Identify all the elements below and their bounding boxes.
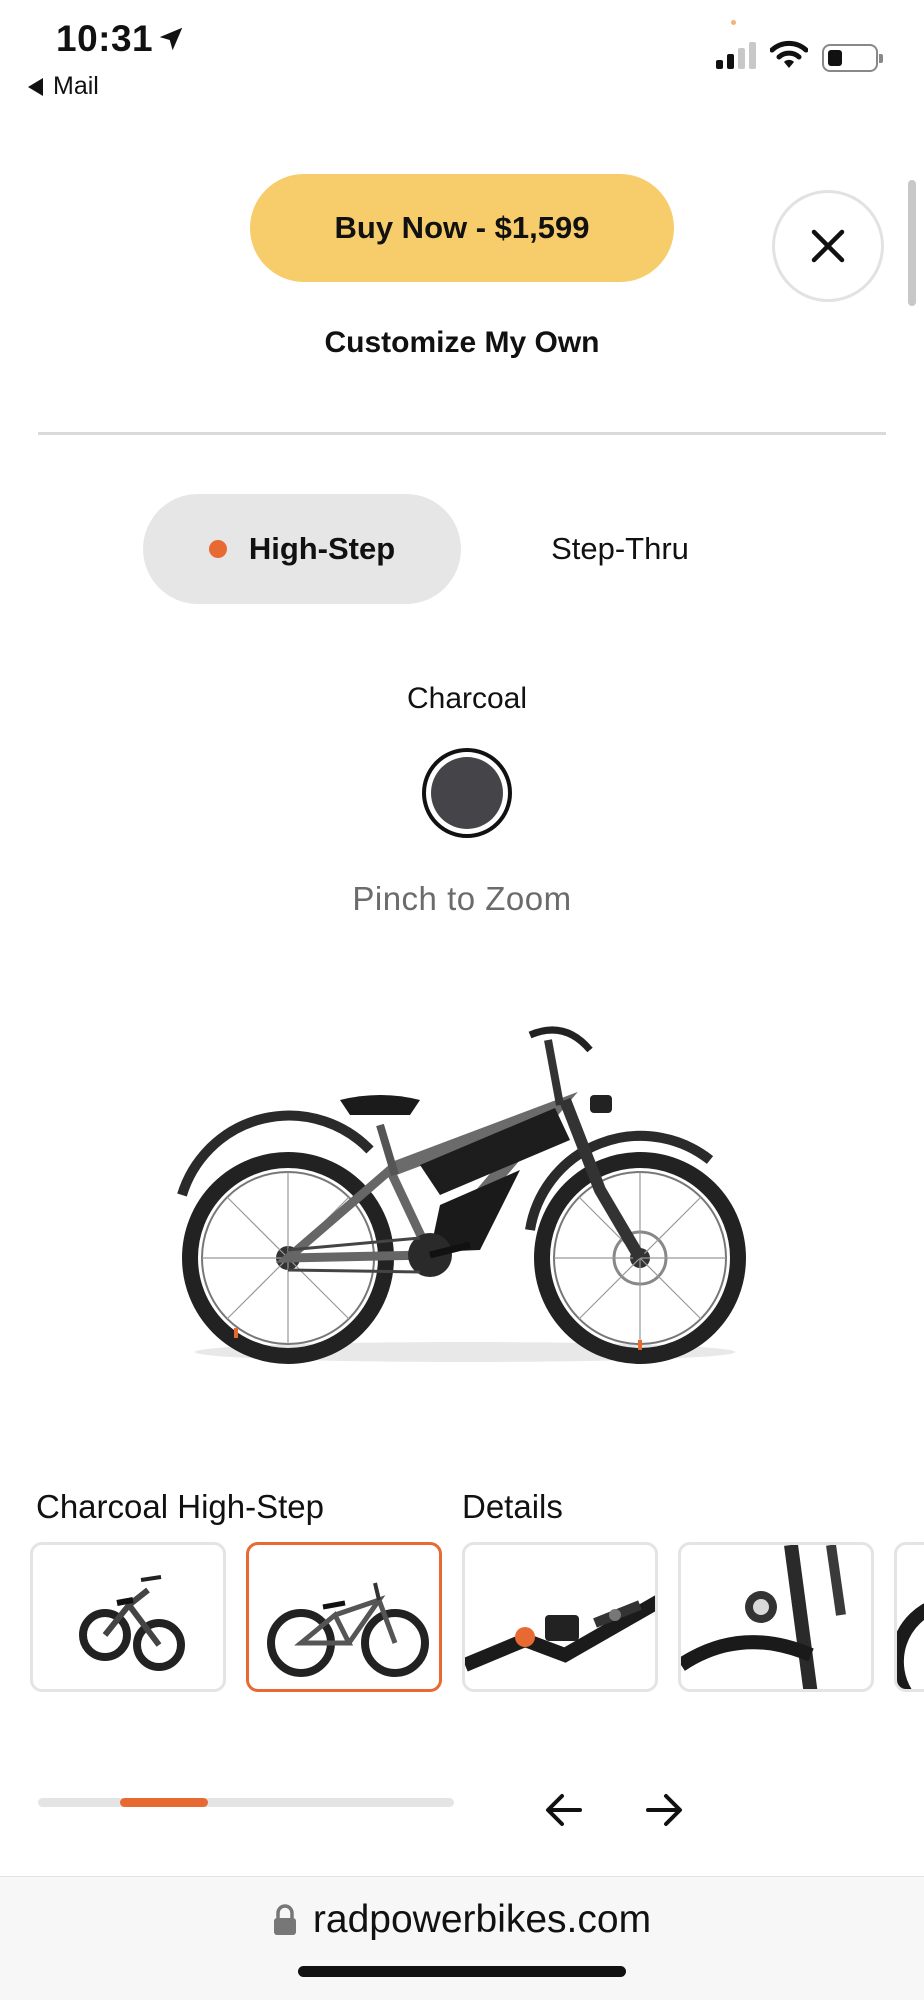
gallery-progress-fill xyxy=(120,1798,208,1807)
product-image[interactable] xyxy=(170,990,760,1370)
color-swatch-charcoal[interactable] xyxy=(422,748,512,838)
back-to-app[interactable]: Mail xyxy=(28,72,99,101)
gallery-next-button[interactable] xyxy=(634,1780,694,1840)
lock-icon xyxy=(273,1904,296,1935)
gallery-thumbnail-selected[interactable] xyxy=(246,1542,442,1692)
close-button[interactable] xyxy=(772,190,884,302)
cellular-signal-icon xyxy=(716,42,756,69)
arrow-left-icon xyxy=(546,1794,582,1826)
gallery-variant-label: Charcoal High-Step xyxy=(36,1488,324,1525)
gallery-thumbnail[interactable] xyxy=(30,1542,226,1692)
privacy-indicator xyxy=(731,20,736,25)
url-display[interactable]: radpowerbikes.com xyxy=(0,1898,924,1942)
swatch-fill xyxy=(431,757,503,829)
pinch-to-zoom-hint: Pinch to Zoom xyxy=(352,880,572,917)
wifi-icon xyxy=(769,40,809,75)
gallery-thumbnail[interactable] xyxy=(894,1542,924,1692)
gallery-thumbnail[interactable] xyxy=(462,1542,658,1692)
home-indicator[interactable] xyxy=(298,1966,626,1977)
gallery-progress-bar xyxy=(38,1798,454,1807)
frame-option-high-step[interactable]: High-Step xyxy=(143,494,461,604)
arrow-right-icon xyxy=(646,1794,682,1826)
gallery-details-label: Details xyxy=(462,1488,563,1525)
status-time: 10:31 xyxy=(56,18,154,59)
url-text: radpowerbikes.com xyxy=(312,1898,652,1941)
frame-option-step-thru[interactable]: Step-Thru xyxy=(520,494,720,604)
frame-option-label: High-Step xyxy=(248,531,396,566)
gallery-thumbnail[interactable] xyxy=(678,1542,874,1692)
selected-dot-icon xyxy=(208,540,227,558)
back-triangle-icon xyxy=(28,77,43,96)
battery-icon xyxy=(822,44,883,72)
buy-now-button[interactable]: Buy Now - $1,599 xyxy=(250,174,674,282)
scrollbar[interactable] xyxy=(908,180,916,306)
location-arrow-icon xyxy=(156,24,186,59)
customize-my-own-link[interactable]: Customize My Own xyxy=(0,326,924,360)
back-app-label: Mail xyxy=(53,72,99,100)
status-bar: 10:31 Mail xyxy=(0,0,924,112)
divider xyxy=(38,432,886,435)
color-name: Charcoal xyxy=(406,682,528,715)
close-icon xyxy=(811,229,845,263)
gallery-prev-button[interactable] xyxy=(534,1780,594,1840)
